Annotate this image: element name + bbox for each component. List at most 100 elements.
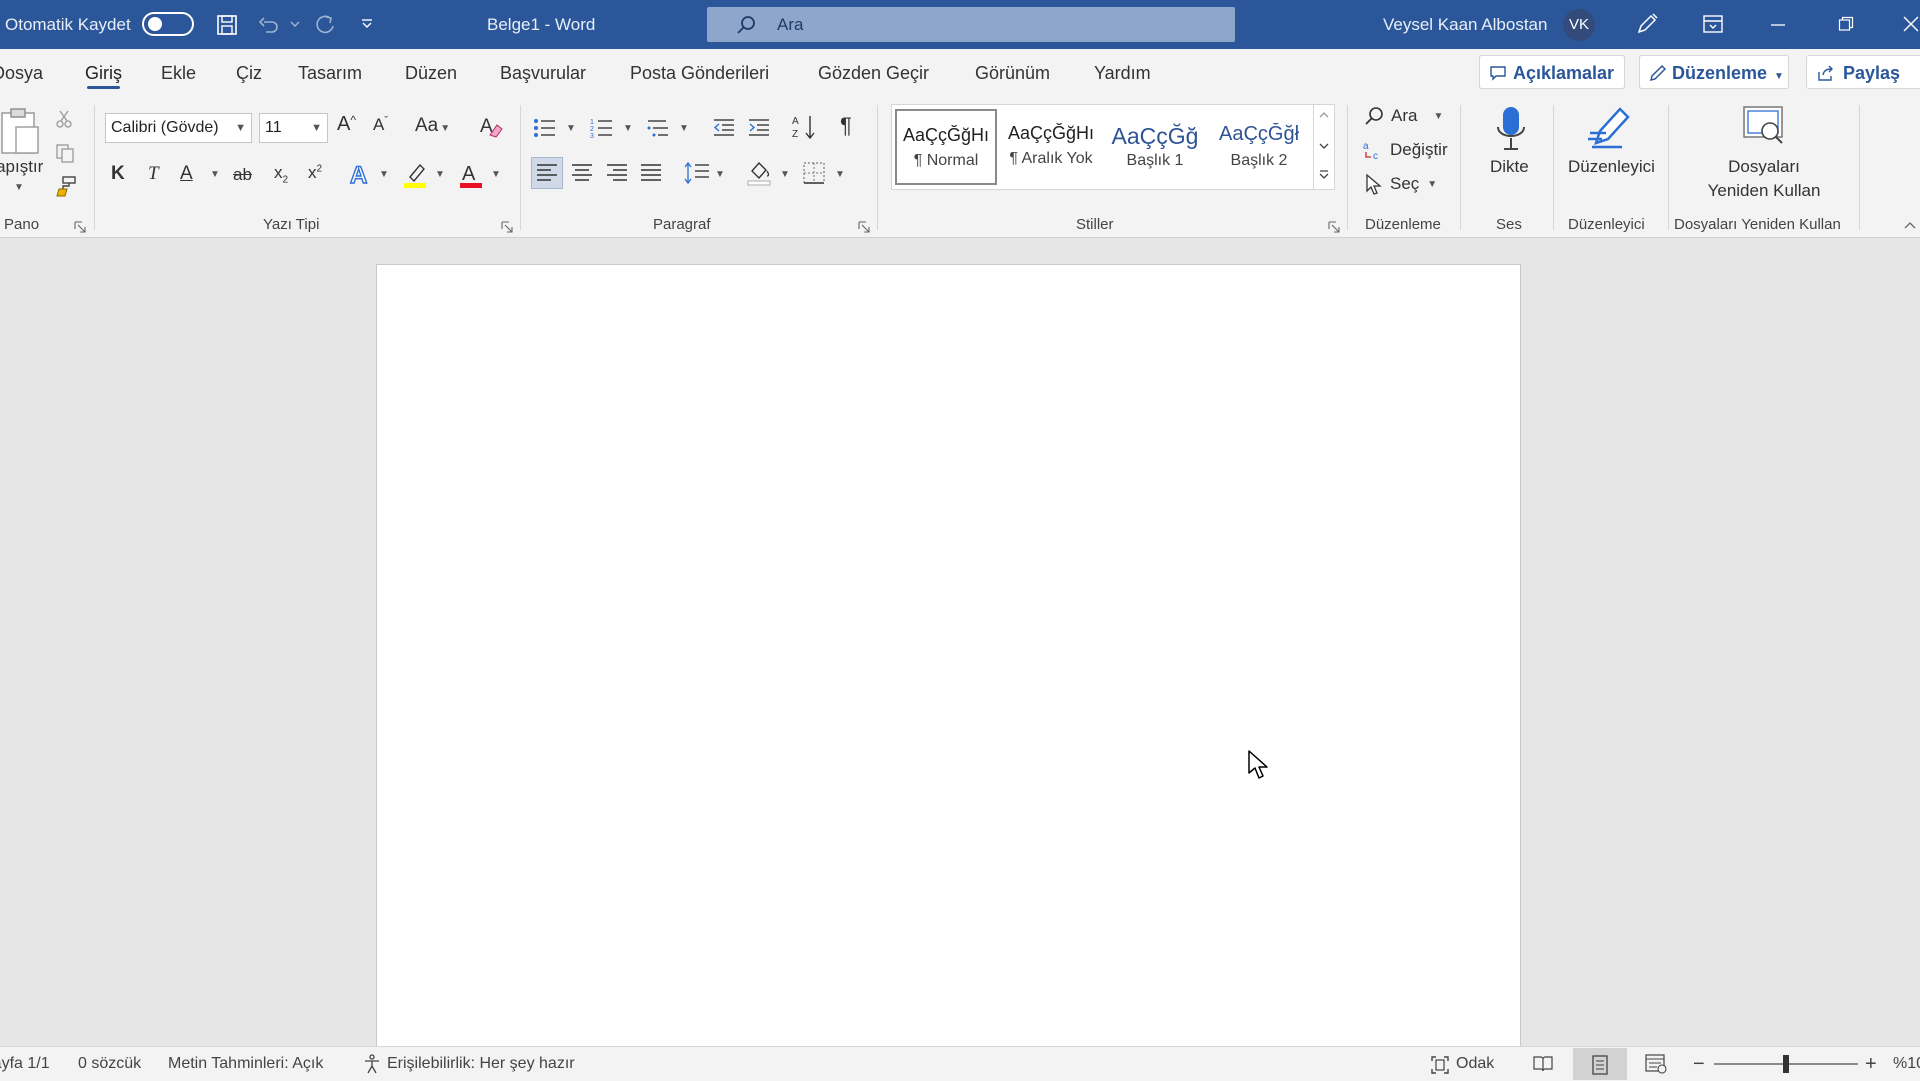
tab-help[interactable]: Yardım bbox=[1094, 49, 1151, 97]
grow-font-icon[interactable]: A^ bbox=[337, 113, 356, 136]
bullets-dropdown-icon[interactable]: ▼ bbox=[566, 123, 576, 134]
bullets-icon[interactable] bbox=[533, 117, 557, 139]
avatar[interactable]: VK bbox=[1563, 9, 1595, 41]
editor-icon[interactable] bbox=[1586, 103, 1634, 153]
save-icon[interactable] bbox=[216, 14, 238, 36]
font-size-dropdown[interactable]: 11 ▼ bbox=[259, 113, 328, 143]
justify-icon[interactable] bbox=[640, 163, 662, 183]
zoom-slider-thumb[interactable] bbox=[1783, 1055, 1789, 1073]
styles-launcher-icon[interactable] bbox=[1328, 221, 1340, 233]
paste-icon[interactable] bbox=[0, 107, 42, 157]
style-heading-1[interactable]: AaÇçĞğ Başlık 1 bbox=[1104, 109, 1206, 185]
share-button[interactable]: Paylaş bbox=[1806, 55, 1920, 89]
style-heading-2[interactable]: AaÇçĞğł Başlık 2 bbox=[1208, 109, 1310, 185]
underline-button[interactable]: A bbox=[180, 163, 193, 185]
shrink-font-icon[interactable]: Aˇ bbox=[373, 115, 388, 135]
designer-pen-icon[interactable] bbox=[1635, 12, 1659, 36]
restore-icon[interactable] bbox=[1838, 16, 1854, 32]
collapse-ribbon-icon[interactable] bbox=[1904, 221, 1916, 231]
line-spacing-dropdown-icon[interactable]: ▼ bbox=[715, 169, 725, 180]
focus-icon[interactable] bbox=[1430, 1055, 1450, 1075]
document-page[interactable] bbox=[376, 264, 1521, 1056]
accessibility-icon[interactable] bbox=[362, 1054, 382, 1074]
zoom-level[interactable]: %100 bbox=[1893, 1047, 1920, 1081]
underline-dropdown-icon[interactable]: ▼ bbox=[210, 169, 220, 180]
italic-button[interactable]: T bbox=[148, 163, 159, 185]
shading-dropdown-icon[interactable]: ▼ bbox=[780, 169, 790, 180]
more-styles-icon[interactable] bbox=[1319, 169, 1329, 181]
tab-references[interactable]: Başvurular bbox=[500, 49, 586, 97]
tab-design[interactable]: Tasarım bbox=[298, 49, 362, 97]
multilevel-dropdown-icon[interactable]: ▼ bbox=[679, 123, 689, 134]
replace-button[interactable]: ac Değiştir bbox=[1362, 139, 1448, 161]
highlight-dropdown-icon[interactable]: ▼ bbox=[435, 169, 445, 180]
tab-review[interactable]: Gözden Geçir bbox=[818, 49, 929, 97]
customize-quick-access-icon[interactable] bbox=[360, 18, 374, 30]
reuse-files-line1[interactable]: Dosyaları bbox=[1703, 157, 1825, 177]
microphone-icon[interactable] bbox=[1494, 105, 1528, 153]
align-right-icon[interactable] bbox=[606, 163, 628, 183]
focus-label[interactable]: Odak bbox=[1456, 1047, 1494, 1081]
reuse-files-icon[interactable] bbox=[1742, 105, 1786, 147]
find-button[interactable]: Ara ▼ bbox=[1363, 105, 1443, 127]
numbering-icon[interactable]: 123 bbox=[590, 117, 614, 139]
select-button[interactable]: Seç ▼ bbox=[1364, 173, 1437, 195]
borders-icon[interactable] bbox=[802, 161, 826, 185]
align-center-icon[interactable] bbox=[571, 163, 593, 183]
line-spacing-icon[interactable] bbox=[684, 161, 710, 185]
zoom-out-button[interactable]: − bbox=[1693, 1047, 1705, 1081]
align-left-button[interactable] bbox=[531, 157, 563, 189]
clipboard-launcher-icon[interactable] bbox=[74, 221, 86, 233]
paste-button-label[interactable]: Yapıştır bbox=[0, 157, 43, 177]
font-color-dropdown-icon[interactable]: ▼ bbox=[491, 169, 501, 180]
minimize-icon[interactable] bbox=[1770, 23, 1786, 27]
text-predictions[interactable]: Metin Tahminleri: Açık bbox=[168, 1047, 323, 1081]
comments-button[interactable]: Açıklamalar bbox=[1479, 55, 1625, 89]
subscript-button[interactable]: x2 bbox=[274, 163, 288, 185]
styles-gallery[interactable]: AaÇçĞğHı ¶ Normal AaÇçĞğHı ¶ Aralık Yok … bbox=[891, 104, 1316, 190]
borders-dropdown-icon[interactable]: ▼ bbox=[835, 169, 845, 180]
redo-icon[interactable] bbox=[314, 14, 336, 36]
paragraph-launcher-icon[interactable] bbox=[858, 221, 870, 233]
undo-icon[interactable] bbox=[258, 14, 280, 36]
accessibility-status[interactable]: Erişilebilirlik: Her şey hazır bbox=[387, 1047, 575, 1081]
increase-indent-icon[interactable] bbox=[747, 117, 771, 139]
tab-home[interactable]: Giriş bbox=[85, 49, 122, 97]
undo-dropdown-icon[interactable] bbox=[290, 20, 300, 28]
cut-icon[interactable] bbox=[55, 109, 73, 129]
clear-formatting-icon[interactable]: A bbox=[478, 113, 504, 139]
editing-mode-button[interactable]: Düzenleme ▼ bbox=[1639, 55, 1789, 89]
superscript-button[interactable]: x2 bbox=[308, 163, 322, 183]
page-count[interactable]: Sayfa 1/1 bbox=[0, 1047, 50, 1081]
close-icon[interactable] bbox=[1902, 15, 1920, 33]
shading-icon[interactable] bbox=[746, 159, 772, 187]
reuse-files-line2[interactable]: Yeniden Kullan bbox=[1703, 181, 1825, 201]
highlight-icon[interactable] bbox=[402, 161, 428, 189]
style-no-spacing[interactable]: AaÇçĞğHı ¶ Aralık Yok bbox=[1000, 109, 1102, 185]
autosave-toggle[interactable] bbox=[142, 12, 194, 36]
word-count[interactable]: 0 sözcük bbox=[78, 1047, 141, 1081]
sort-icon[interactable]: AZ bbox=[791, 113, 817, 141]
multilevel-list-icon[interactable] bbox=[646, 117, 670, 139]
strikethrough-button[interactable]: ab bbox=[233, 165, 252, 185]
tab-file[interactable]: Dosya bbox=[0, 49, 43, 97]
copy-icon[interactable] bbox=[55, 143, 75, 163]
web-layout-icon[interactable] bbox=[1645, 1054, 1667, 1074]
bold-button[interactable]: K bbox=[111, 163, 125, 185]
chevron-up-icon[interactable] bbox=[1319, 111, 1329, 119]
ribbon-display-options-icon[interactable] bbox=[1702, 14, 1724, 34]
tab-layout[interactable]: Düzen bbox=[405, 49, 457, 97]
font-launcher-icon[interactable] bbox=[501, 221, 513, 233]
text-effects-dropdown-icon[interactable]: ▼ bbox=[379, 169, 389, 180]
decrease-indent-icon[interactable] bbox=[712, 117, 736, 139]
style-normal[interactable]: AaÇçĞğHı ¶ Normal bbox=[895, 109, 997, 185]
search-box[interactable]: Ara bbox=[707, 7, 1235, 42]
tab-draw[interactable]: Çiz bbox=[236, 49, 262, 97]
dictate-button-label[interactable]: Dikte bbox=[1490, 157, 1529, 177]
change-case-button[interactable]: Aa ▼ bbox=[415, 115, 450, 137]
zoom-in-button[interactable]: + bbox=[1865, 1047, 1877, 1081]
editor-button-label[interactable]: Düzenleyici bbox=[1568, 157, 1655, 177]
font-name-dropdown[interactable]: Calibri (Gövde) ▼ bbox=[105, 113, 252, 143]
show-formatting-marks-icon[interactable]: ¶ bbox=[840, 113, 852, 139]
tab-insert[interactable]: Ekle bbox=[161, 49, 196, 97]
